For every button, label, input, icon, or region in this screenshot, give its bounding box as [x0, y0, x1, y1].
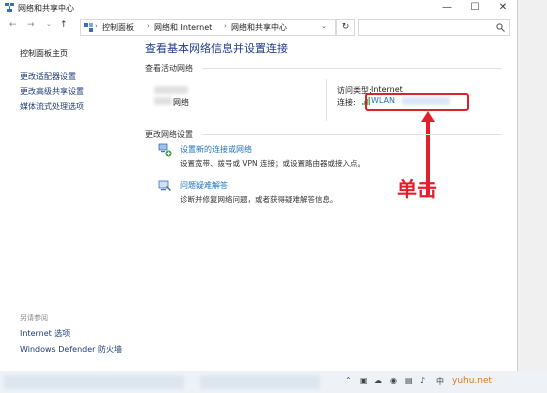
click-annotation: 单击: [397, 177, 437, 201]
troubleshoot-description: 诊断并修复网络问题，或者获得疑难解答信息。: [180, 195, 338, 204]
active-network-name: 网络: [173, 98, 189, 107]
address-bar[interactable]: › 控制面板 › 网络和 Internet › 网络和共享中心 ⌄: [80, 19, 336, 36]
see-also-windows-firewall[interactable]: Windows Defender 防火墙: [20, 344, 122, 355]
breadcrumb-control-panel[interactable]: 控制面板: [102, 22, 134, 33]
vertical-divider: [326, 79, 327, 121]
troubleshoot-link[interactable]: 问题疑难解答: [180, 180, 228, 191]
minimize-button[interactable]: —: [433, 0, 461, 16]
section-divider: [202, 134, 502, 135]
active-networks-heading: 查看活动网络: [145, 64, 193, 73]
network-setup-icon: [158, 143, 172, 157]
forward-button[interactable]: →: [27, 20, 35, 30]
change-settings-heading: 更改网络设置: [145, 130, 193, 139]
setup-connection-link[interactable]: 设置新的连接或网络: [180, 144, 252, 155]
control-panel-icon: [84, 23, 93, 32]
left-sidebar: 控制面板主页 更改适配器设置 更改高级共享设置 媒体流式处理选项 另请参阅 In…: [0, 37, 128, 371]
address-dropdown-icon[interactable]: ⌄: [321, 22, 327, 30]
sidebar-link-media-streaming[interactable]: 媒体流式处理选项: [20, 101, 84, 112]
tray-chevron-icon[interactable]: ⌃: [345, 376, 352, 385]
close-button[interactable]: ✕: [489, 0, 517, 16]
maximize-button[interactable]: ☐: [461, 0, 489, 16]
sidebar-link-advanced-sharing[interactable]: 更改高级共享设置: [20, 86, 84, 97]
blurred-taskbar-apps: [4, 375, 184, 389]
connection-label: 连接:: [337, 98, 356, 107]
onedrive-icon[interactable]: ☁: [374, 376, 382, 385]
title-bar: 网络和共享中心 — ☐ ✕: [0, 0, 517, 16]
breadcrumb-network-internet[interactable]: 网络和 Internet: [154, 22, 212, 33]
section-divider: [202, 68, 502, 69]
see-also-heading: 另请参阅: [20, 314, 48, 322]
address-toolbar: ← → ⌄ ↑ › 控制面板 › 网络和 Internet › 网络和共享中心 …: [0, 17, 517, 37]
refresh-button[interactable]: ↻: [336, 19, 355, 36]
volume-icon[interactable]: ♪: [420, 376, 425, 385]
sidebar-link-control-panel-home[interactable]: 控制面板主页: [20, 48, 68, 59]
taskbar: ⌃ ▣ ☁ ◉ ▤ ♪ 中 yuhu.net: [0, 371, 547, 393]
recent-locations-button[interactable]: ⌄: [46, 20, 52, 28]
main-content: 查看基本网络信息并设置连接 查看活动网络 网络 访问类型: Internet 连…: [130, 37, 515, 371]
ime-icon[interactable]: 中: [436, 376, 444, 387]
sidebar-link-adapter-settings[interactable]: 更改适配器设置: [20, 71, 76, 82]
watermark: yuhu.net: [452, 376, 493, 386]
setup-connection-description: 设置宽带、拨号或 VPN 连接；或设置路由器或接入点。: [180, 159, 366, 168]
search-icon: [496, 23, 505, 32]
highlight-box: [365, 93, 469, 111]
redacted-network-name: [154, 86, 188, 94]
troubleshoot-icon: [158, 180, 171, 191]
search-input[interactable]: [358, 19, 510, 36]
breadcrumb-separator: ›: [95, 22, 98, 30]
tray-app-icon[interactable]: ◉: [390, 376, 397, 385]
back-button[interactable]: ←: [9, 20, 17, 30]
breadcrumb-network-sharing-center[interactable]: 网络和共享中心: [231, 22, 287, 33]
network-icon: [5, 3, 14, 12]
blurred-taskbar-apps: [200, 375, 320, 389]
network-tray-icon[interactable]: ▤: [405, 376, 413, 385]
breadcrumb-separator: ›: [224, 22, 227, 30]
tray-app-icon[interactable]: ▣: [360, 376, 368, 385]
breadcrumb-separator: ›: [147, 22, 150, 30]
window-title: 网络和共享中心: [18, 4, 74, 13]
redacted-network-name: [154, 97, 172, 105]
see-also-internet-options[interactable]: Internet 选项: [20, 328, 70, 339]
up-button[interactable]: ↑: [60, 20, 68, 30]
page-title: 查看基本网络信息并设置连接: [145, 42, 288, 55]
network-sharing-center-window: 网络和共享中心 — ☐ ✕ ← → ⌄ ↑ › 控制面板 › 网络和 Inter…: [0, 0, 518, 371]
